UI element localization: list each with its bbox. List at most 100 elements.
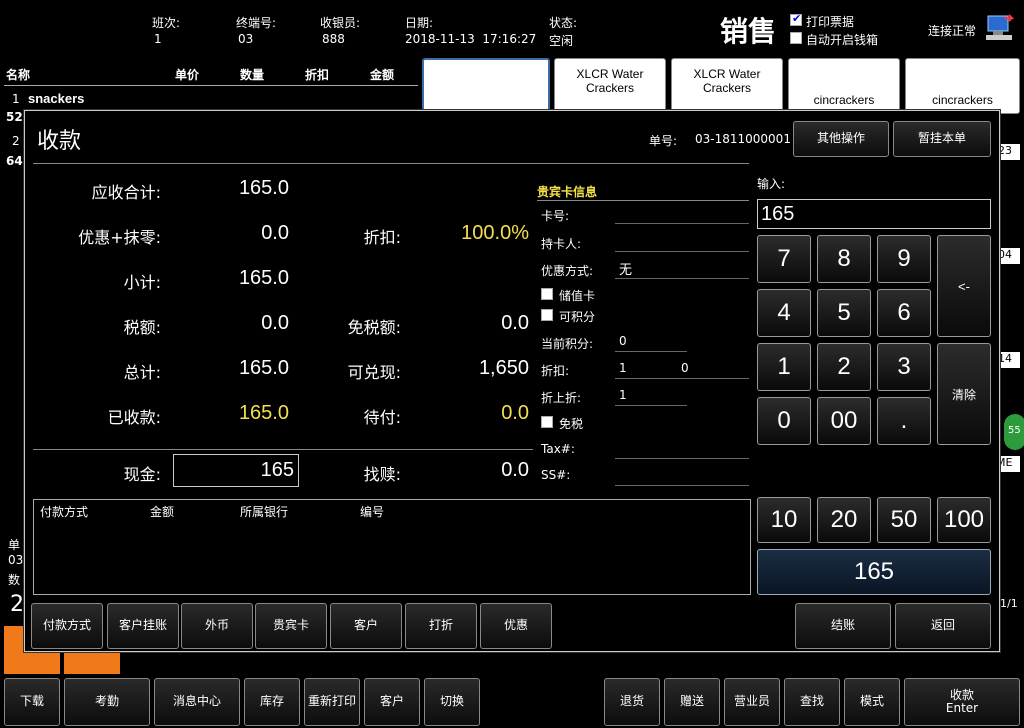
inventory-button[interactable]: 库存 (244, 678, 300, 726)
quick-100[interactable]: 100 (937, 497, 991, 543)
cur-points-field (615, 351, 687, 352)
tax-no-field[interactable] (615, 458, 749, 459)
terminal-value: 03 (238, 32, 254, 46)
vip-holder-label: 持卡人: (541, 237, 582, 251)
print-receipt-checkbox[interactable]: ✔ (790, 12, 802, 26)
checkout-button[interactable]: 收款 Enter (904, 678, 1020, 726)
amount-input[interactable]: 165 (757, 199, 991, 229)
clear-button[interactable]: 清除 (937, 343, 991, 445)
date-label: 日期: (405, 16, 434, 30)
checkout-sub-label: Enter (945, 701, 979, 715)
download-button[interactable]: 下载 (4, 678, 60, 726)
col-discount: 折扣 (305, 68, 330, 82)
pending-value: 0.0 (501, 402, 529, 424)
key-3[interactable]: 3 (877, 343, 931, 391)
vip-card-label: 卡号: (541, 209, 570, 223)
exact-amount-button[interactable]: 165 (757, 549, 991, 595)
pay-col-bank: 所属银行 (240, 505, 289, 519)
attendance-button[interactable]: 考勤 (64, 678, 150, 726)
customer-button[interactable]: 客户 (364, 678, 420, 726)
search-button[interactable]: 查找 (784, 678, 840, 726)
discount-zero-label: 优惠+抹零: (78, 228, 161, 247)
payment-method-button[interactable]: 付款方式 (31, 603, 103, 649)
vip-discount2-field (615, 405, 687, 406)
discount-value: 100.0% (461, 222, 529, 244)
return-button[interactable]: 退货 (604, 678, 660, 726)
item-name[interactable]: snackers (28, 91, 84, 106)
key-8[interactable]: 8 (817, 235, 871, 283)
back-button[interactable]: 返回 (895, 603, 991, 649)
product-tile[interactable]: cincrackers (788, 58, 900, 114)
key-5[interactable]: 5 (817, 289, 871, 337)
vip-discount-label: 折扣: (541, 364, 570, 378)
vip-title: 贵宾卡信息 (537, 183, 749, 201)
key-0[interactable]: 0 (757, 397, 811, 445)
promotion-button[interactable]: 优惠 (480, 603, 552, 649)
terminal-label: 终端号: (236, 16, 277, 30)
quick-20[interactable]: 20 (817, 497, 871, 543)
quick-50[interactable]: 50 (877, 497, 931, 543)
other-ops-button[interactable]: 其他操作 (793, 121, 889, 157)
key-7[interactable]: 7 (757, 235, 811, 283)
paid-value: 165.0 (238, 402, 289, 424)
backspace-button[interactable]: <- (937, 235, 991, 337)
taxfree-checkbox[interactable] (541, 416, 553, 428)
subtotal-label: 小计: (123, 273, 161, 292)
key-6[interactable]: 6 (877, 289, 931, 337)
settle-button[interactable]: 结账 (795, 603, 891, 649)
product-tile-selected[interactable] (422, 58, 550, 114)
discount-zero-value: 0.0 (261, 222, 289, 244)
cur-points-value: 0 (619, 334, 627, 348)
points-checkbox[interactable] (541, 309, 553, 321)
key-00[interactable]: 00 (817, 397, 871, 445)
vip-card-field[interactable] (615, 223, 749, 224)
pay-col-method: 付款方式 (40, 505, 89, 519)
ss-no-label: SS#: (541, 468, 571, 482)
taxfree-label: 免税额: (347, 318, 401, 337)
vip-card-button[interactable]: 贵宾卡 (255, 603, 327, 649)
tax-value: 0.0 (261, 312, 289, 334)
customer-credit-button[interactable]: 客户挂账 (107, 603, 179, 649)
ss-no-field[interactable] (615, 485, 749, 486)
divider (33, 163, 749, 164)
key-1[interactable]: 1 (757, 343, 811, 391)
product-tile[interactable]: XLCR Water Crackers (554, 58, 666, 114)
key-4[interactable]: 4 (757, 289, 811, 337)
pending-label: 待付: (363, 408, 401, 427)
key-2[interactable]: 2 (817, 343, 871, 391)
order-no-value: 03-1811000001 (695, 132, 791, 146)
connection-status: 连接正常 (928, 24, 977, 38)
open-drawer-checkbox[interactable] (790, 32, 802, 44)
gift-button[interactable]: 赠送 (664, 678, 720, 726)
status-value: 空闲 (549, 34, 574, 48)
salesperson-button[interactable]: 营业员 (724, 678, 780, 726)
switch-button[interactable]: 切换 (424, 678, 480, 726)
subtotal-value: 165.0 (238, 267, 289, 289)
mode-button[interactable]: 模式 (844, 678, 900, 726)
key-dot[interactable]: . (877, 397, 931, 445)
vip-discount2-value: 1 (619, 388, 627, 402)
product-tile[interactable]: XLCR Water Crackers (671, 58, 783, 114)
customer-button[interactable]: 客户 (330, 603, 402, 649)
stored-card-label: 储值卡 (559, 289, 596, 303)
message-center-button[interactable]: 消息中心 (154, 678, 240, 726)
reprint-button[interactable]: 重新打印 (304, 678, 360, 726)
foreign-currency-button[interactable]: 外币 (181, 603, 253, 649)
paid-label: 已收款: (107, 408, 161, 427)
stored-card-checkbox[interactable] (541, 288, 553, 300)
product-tile[interactable]: cincrackers (905, 58, 1020, 114)
cashier-label: 收银员: (320, 16, 361, 30)
payment-table[interactable]: 付款方式 金额 所属银行 编号 (33, 499, 751, 595)
suspend-order-button[interactable]: 暂挂本单 (893, 121, 991, 157)
quick-10[interactable]: 10 (757, 497, 811, 543)
payment-dialog: 收款 单号: 03-1811000001 其他操作 暂挂本单 应收合计: 165… (24, 110, 1000, 652)
receivable-value: 165.0 (238, 177, 289, 199)
pay-col-amount: 金额 (150, 505, 175, 519)
row-number: 1 (12, 92, 20, 106)
vip-discount2-label: 折上折: (541, 391, 582, 405)
order-no-label: 单号: (649, 134, 678, 148)
key-9[interactable]: 9 (877, 235, 931, 283)
discount-button[interactable]: 打折 (405, 603, 477, 649)
cash-input[interactable]: 165 (173, 454, 299, 487)
input-label: 输入: (757, 177, 786, 191)
